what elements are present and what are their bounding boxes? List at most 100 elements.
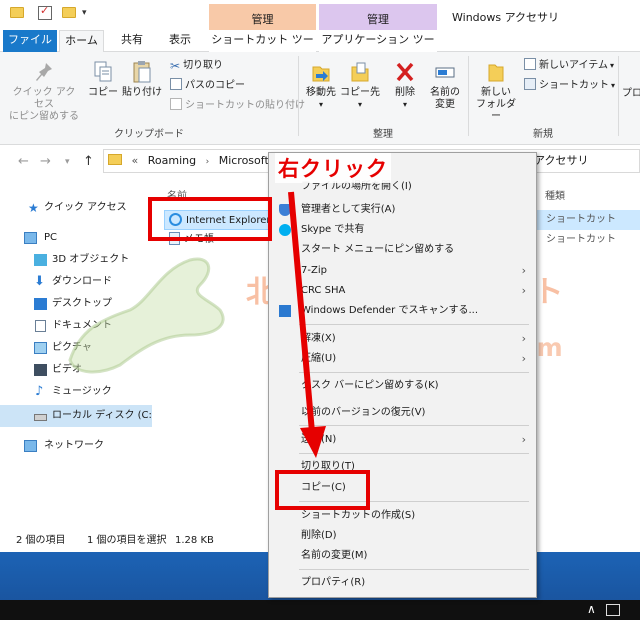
annotation-highlight-copy [275, 470, 370, 510]
move-to-label: 移動先 [306, 87, 336, 98]
window-title: Windows アクセサリ [452, 11, 560, 24]
new-item-button[interactable]: 新しいアイテム ▾ [524, 58, 614, 73]
folder-icon[interactable] [10, 7, 24, 18]
menu-item-share-skype[interactable]: Skype で共有 [269, 220, 536, 240]
copy-button[interactable]: コピー [88, 60, 118, 99]
new-folder-button[interactable]: 新しい フォルダー [472, 60, 520, 123]
tab-shortcut-tools[interactable]: ショートカット ツール [209, 30, 316, 66]
copy-to-button[interactable]: コピー先 ▾ [340, 60, 380, 111]
menu-item-crc-sha[interactable]: CRC SHA › [269, 281, 536, 301]
nav-label: 3D オブジェクト [52, 254, 130, 265]
pin-quick-access-label-2: にピン留めする [9, 111, 79, 122]
breadcrumb-accessories[interactable]: アクセサリ [534, 150, 588, 172]
menu-item-delete[interactable]: 削除(D) [269, 526, 536, 546]
clipboard-group-label: クリップボード [114, 129, 184, 140]
tab-share[interactable]: 共有 [112, 30, 152, 52]
tab-file[interactable]: ファイル [3, 30, 57, 52]
menu-separator [299, 324, 529, 325]
nav-label: デスクトップ [52, 298, 112, 309]
nav-item-videos[interactable]: ビデオ [0, 359, 152, 381]
tab-home[interactable]: ホーム [59, 30, 104, 53]
breadcrumb-microsoft[interactable]: Microsoft [219, 150, 269, 172]
forward-arrow-icon[interactable]: → [40, 154, 51, 169]
tab-application-tools[interactable]: アプリケーション ツール [319, 30, 437, 66]
nav-label: ビデオ [52, 364, 82, 375]
menu-item-send-to[interactable]: 送る(N) › [269, 430, 536, 450]
new-folder-qa-icon[interactable] [62, 7, 76, 18]
menu-item-pin-to-taskbar[interactable]: タスク バーにピン留めする(K) [269, 376, 536, 396]
tray-action-center-icon[interactable] [606, 604, 620, 616]
nav-item-pc[interactable]: PC [0, 227, 152, 249]
recent-locations-icon[interactable]: ▾ [65, 157, 70, 167]
copy-path-icon [170, 78, 182, 90]
nav-item-3d-objects[interactable]: 3D オブジェクト [0, 249, 152, 271]
group-separator [618, 56, 619, 136]
menu-item-rename[interactable]: 名前の変更(M) [269, 546, 536, 566]
submenu-arrow-icon: › [521, 352, 526, 365]
copy-label: コピー [88, 87, 118, 98]
copy-path-button[interactable]: パスのコピー [170, 78, 245, 93]
copy-to-icon [351, 62, 369, 82]
defender-icon [279, 305, 291, 317]
address-folder-icon [108, 154, 122, 165]
menu-label: 管理者として実行(A) [301, 204, 396, 215]
breadcrumb-roaming[interactable]: Roaming [148, 150, 196, 172]
tab-view[interactable]: 表示 [160, 30, 200, 52]
nav-item-local-disk[interactable]: ローカル ディスク (C:) [0, 405, 156, 427]
copy-icon [94, 61, 112, 82]
nav-item-network[interactable]: ネットワーク [0, 435, 152, 457]
new-folder-icon [488, 64, 504, 82]
move-to-button[interactable]: 移動先 ▾ [302, 60, 340, 111]
pc-monitor-icon [24, 232, 37, 244]
menu-item-extract[interactable]: 解凍(X) › [269, 329, 536, 349]
submenu-arrow-icon: › [521, 284, 526, 297]
menu-item-7zip[interactable]: 7-Zip › [269, 261, 536, 281]
breadcrumb-separator-icon[interactable]: › [206, 151, 210, 173]
menu-item-compress[interactable]: 圧縮(U) › [269, 349, 536, 369]
menu-item-defender-scan[interactable]: Windows Defender でスキャンする... [269, 301, 536, 321]
qa-dropdown-icon[interactable]: ▾ [82, 8, 87, 18]
submenu-arrow-icon: › [521, 332, 526, 345]
easy-access-label: ショートカット [539, 80, 609, 91]
paste-icon [133, 61, 151, 83]
new-item-icon [524, 58, 536, 70]
back-arrow-icon[interactable]: ← [18, 154, 29, 169]
menu-label: 削除(D) [301, 530, 337, 541]
breadcrumb-overflow[interactable]: « [132, 150, 139, 172]
annotation-right-click-text: 右クリック [275, 153, 391, 183]
delete-label: 削除 [395, 87, 415, 98]
copy-to-dropdown-icon: ▾ [357, 100, 362, 109]
delete-button[interactable]: 削除 ▾ [390, 60, 420, 111]
rename-icon [435, 67, 455, 78]
nav-label: PC [44, 232, 58, 243]
menu-item-pin-to-start[interactable]: スタート メニューにピン留めする [269, 240, 536, 260]
menu-label: タスク バーにピン留めする(K) [301, 380, 439, 391]
column-header-type[interactable]: 種類 [545, 187, 565, 202]
menu-item-properties[interactable]: プロパティ(R) [269, 573, 536, 593]
submenu-arrow-icon: › [521, 264, 526, 277]
nav-label: ローカル ディスク (C:) [52, 410, 156, 421]
nav-item-quick-access[interactable]: ★ クイック アクセス [0, 197, 152, 219]
nav-item-documents[interactable]: ドキュメント [0, 315, 152, 337]
rename-button[interactable]: 名前の 変更 [424, 60, 466, 111]
up-arrow-icon[interactable]: ↑ [83, 154, 94, 169]
properties-check-icon[interactable]: ✓ [38, 4, 52, 20]
tray-chevron-up-icon[interactable]: ∧ [587, 602, 596, 616]
properties-label: プロ [622, 88, 640, 99]
menu-item-run-as-admin[interactable]: 管理者として実行(A) [269, 200, 536, 220]
copy-path-label: パスのコピー [185, 80, 245, 91]
nav-item-music[interactable]: ♪ ミュージック [0, 381, 152, 403]
picture-icon [34, 342, 47, 354]
paste-button[interactable]: 貼り付け [122, 60, 162, 99]
paste-shortcut-button[interactable]: ショートカットの貼り付け [170, 98, 305, 113]
shield-icon [279, 204, 291, 216]
properties-button[interactable]: プロ [622, 88, 640, 100]
nav-item-pictures[interactable]: ピクチャ [0, 337, 152, 359]
nav-item-desktop[interactable]: デスクトップ [0, 293, 152, 315]
easy-access-button[interactable]: ショートカット ▾ [524, 78, 615, 93]
menu-item-restore-previous[interactable]: 以前のバージョンの復元(V) [269, 403, 536, 423]
nav-label: クイック アクセス [44, 202, 127, 213]
cut-button[interactable]: ✂ 切り取り [170, 58, 223, 73]
nav-item-downloads[interactable]: ⬇ ダウンロード [0, 271, 152, 293]
pin-quick-access-button[interactable]: クイック アクセス にピン留めする [8, 60, 80, 123]
